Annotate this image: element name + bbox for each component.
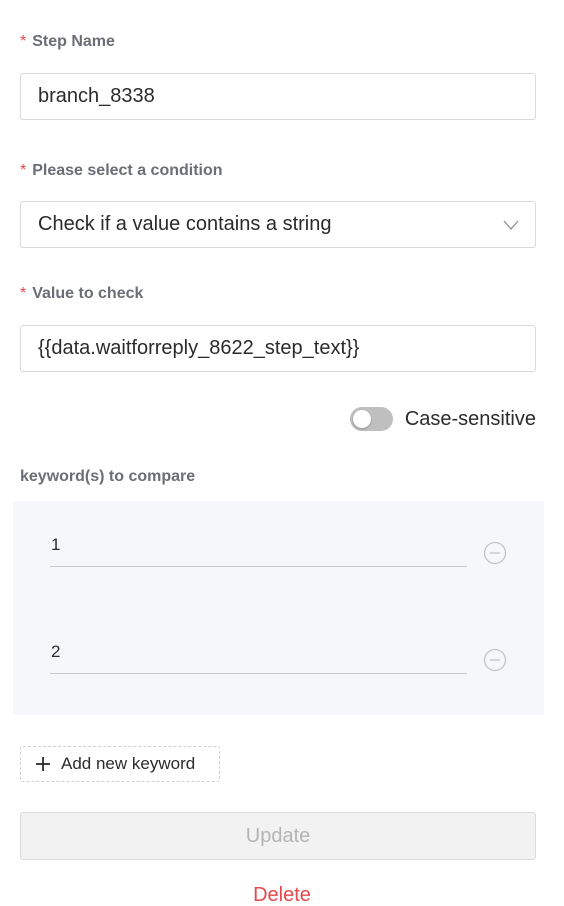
case-sensitive-row: Case-sensitive (349, 404, 536, 434)
keyword-row: 2 (50, 632, 507, 682)
value-to-check-label-text: Value to check (32, 285, 144, 302)
step-editor-form: * Step Name branch_8338 * Please select a … (0, 0, 564, 906)
minus-circle-icon[interactable] (483, 541, 507, 565)
condition-selected-value: Check if a value contains a string (38, 213, 332, 235)
delete-button[interactable]: Delete (0, 880, 564, 906)
add-keyword-label: Add new keyword (61, 754, 196, 773)
condition-select[interactable]: Check if a value contains a string (20, 201, 536, 248)
step-name-input[interactable]: branch_8338 (20, 73, 536, 120)
condition-label: * Please select a condition (20, 161, 223, 181)
plus-icon (36, 757, 50, 771)
keyword-input[interactable]: 2 (50, 632, 467, 674)
minus-circle-icon[interactable] (483, 648, 507, 672)
required-mark: * (20, 285, 27, 302)
required-mark: * (20, 33, 27, 50)
value-to-check-label: * Value to check (20, 284, 143, 304)
keyword-row: 1 (50, 525, 507, 575)
required-mark: * (20, 162, 27, 179)
toggle-knob (352, 410, 371, 428)
update-button[interactable]: Update (20, 812, 536, 860)
step-name-label-text: Step Name (32, 33, 115, 50)
keywords-label: keyword(s) to compare (20, 468, 196, 485)
step-name-label: * Step Name (20, 32, 115, 52)
case-sensitive-label: Case-sensitive (404, 407, 536, 430)
condition-label-text: Please select a condition (32, 162, 223, 179)
case-sensitive-toggle[interactable] (349, 407, 393, 431)
value-to-check-input[interactable]: {{data.waitforreply_8622_step_text}} (20, 325, 536, 372)
chevron-down-icon (503, 220, 519, 231)
keyword-input[interactable]: 1 (50, 525, 467, 567)
add-keyword-button[interactable]: Add new keyword (20, 746, 220, 782)
keywords-panel: 1 2 (13, 501, 544, 715)
